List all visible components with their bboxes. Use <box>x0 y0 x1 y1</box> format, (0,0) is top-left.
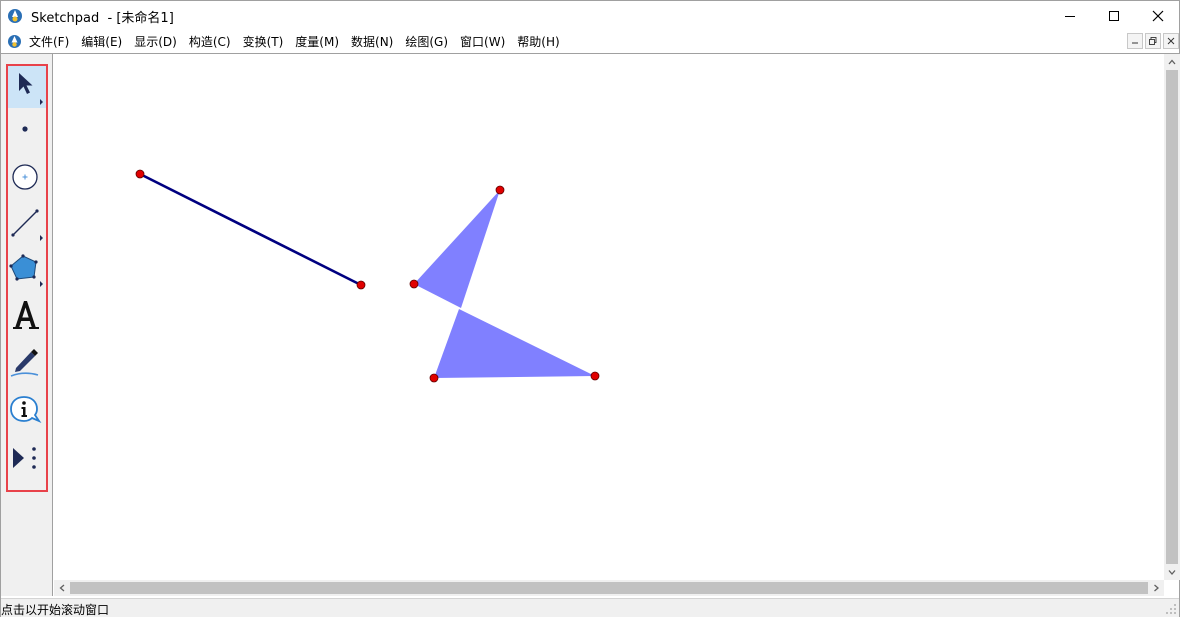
scroll-left-button[interactable] <box>54 580 70 596</box>
status-bar: 点击以开始滚动窗口 <box>1 598 1179 617</box>
triangle-vertex-right[interactable] <box>590 371 600 381</box>
vertical-scrollbar[interactable] <box>1164 54 1180 580</box>
straightedge-tool-icon <box>11 209 43 241</box>
maximize-button[interactable] <box>1091 1 1137 31</box>
custom-tool-icon <box>13 447 36 469</box>
selection-arrow-tool[interactable] <box>8 66 46 108</box>
restore-icon <box>1149 37 1157 45</box>
menu-edit[interactable]: 编辑(E) <box>75 31 128 53</box>
segment-endpoint-b[interactable] <box>356 280 366 290</box>
menu-graph[interactable]: 绘图(G) <box>399 31 454 53</box>
chevron-left-icon <box>59 584 65 592</box>
close-icon <box>1152 10 1164 22</box>
vertical-scroll-thumb[interactable] <box>1166 70 1178 564</box>
minimize-icon <box>1132 42 1138 44</box>
triangle-vertex-bottom-left[interactable] <box>429 373 439 383</box>
menu-measure[interactable]: 度量(M) <box>289 31 345 53</box>
chevron-up-icon <box>1168 59 1176 65</box>
close-button[interactable] <box>1135 1 1180 31</box>
sketch-canvas[interactable] <box>54 54 1164 580</box>
polygon-tool[interactable] <box>8 248 46 290</box>
chevron-right-icon <box>1154 584 1159 592</box>
polygon-tool-icon <box>9 254 43 287</box>
information-tool-icon <box>10 396 42 424</box>
menu-transform[interactable]: 变换(T) <box>237 31 290 53</box>
lower-triangle-interior[interactable] <box>434 309 595 378</box>
point-tool[interactable] <box>8 110 46 152</box>
upper-triangle-interior[interactable] <box>414 190 500 308</box>
window-title: Sketchpad - [未命名1] <box>31 11 174 26</box>
doc-close-button[interactable] <box>1163 33 1179 49</box>
close-icon <box>1167 37 1175 45</box>
triangle-vertex-left[interactable] <box>409 279 419 289</box>
resize-grip-icon[interactable] <box>1165 603 1177 615</box>
compass-tool-icon <box>12 164 38 190</box>
text-tool-icon <box>13 301 39 329</box>
marker-tool-icon <box>10 349 39 377</box>
chevron-down-icon <box>1168 570 1176 575</box>
sketch-drawing[interactable] <box>54 54 1164 580</box>
line-segment[interactable] <box>139 172 362 287</box>
custom-tool[interactable] <box>8 436 46 478</box>
menu-display[interactable]: 显示(D) <box>128 31 183 53</box>
minimize-button[interactable] <box>1047 1 1093 31</box>
compass-tool[interactable] <box>8 156 46 198</box>
maximize-icon <box>1109 11 1119 21</box>
menu-number[interactable]: 数据(N) <box>345 31 399 53</box>
menu-help[interactable]: 帮助(H) <box>511 31 565 53</box>
menu-construct[interactable]: 构造(C) <box>183 31 237 53</box>
text-tool[interactable] <box>8 294 46 336</box>
straightedge-tool[interactable] <box>8 202 46 244</box>
sketchpad-app-icon <box>8 9 22 23</box>
menu-file[interactable]: 文件(F) <box>23 31 75 53</box>
segment-endpoint-a[interactable] <box>135 169 145 179</box>
horizontal-scroll-thumb[interactable] <box>70 582 1148 594</box>
menu-window[interactable]: 窗口(W) <box>454 31 511 53</box>
scroll-right-button[interactable] <box>1148 580 1164 596</box>
sketchpad-window: Sketchpad - [未命名1] 文件(F) 编辑(E) 显示(D) 构造(… <box>0 0 1180 617</box>
selection-arrow-icon <box>19 73 43 105</box>
document-icon[interactable] <box>7 34 22 49</box>
toolbox <box>1 54 53 596</box>
doc-restore-button[interactable] <box>1145 33 1161 49</box>
triangle-vertex-top[interactable] <box>495 185 505 195</box>
status-text: 点击以开始滚动窗口 <box>1 603 110 617</box>
scroll-up-button[interactable] <box>1164 54 1180 70</box>
minimize-icon <box>1065 16 1075 17</box>
horizontal-scrollbar[interactable] <box>54 580 1164 596</box>
document-window-controls <box>1127 33 1179 51</box>
doc-minimize-button[interactable] <box>1127 33 1143 49</box>
scroll-down-button[interactable] <box>1164 564 1180 580</box>
marker-tool[interactable] <box>8 340 46 382</box>
point-tool-icon <box>22 126 28 132</box>
information-tool[interactable] <box>8 388 46 430</box>
menu-bar: 文件(F) 编辑(E) 显示(D) 构造(C) 变换(T) 度量(M) 数据(N… <box>1 31 1179 53</box>
title-bar[interactable]: Sketchpad - [未命名1] <box>1 1 1179 31</box>
